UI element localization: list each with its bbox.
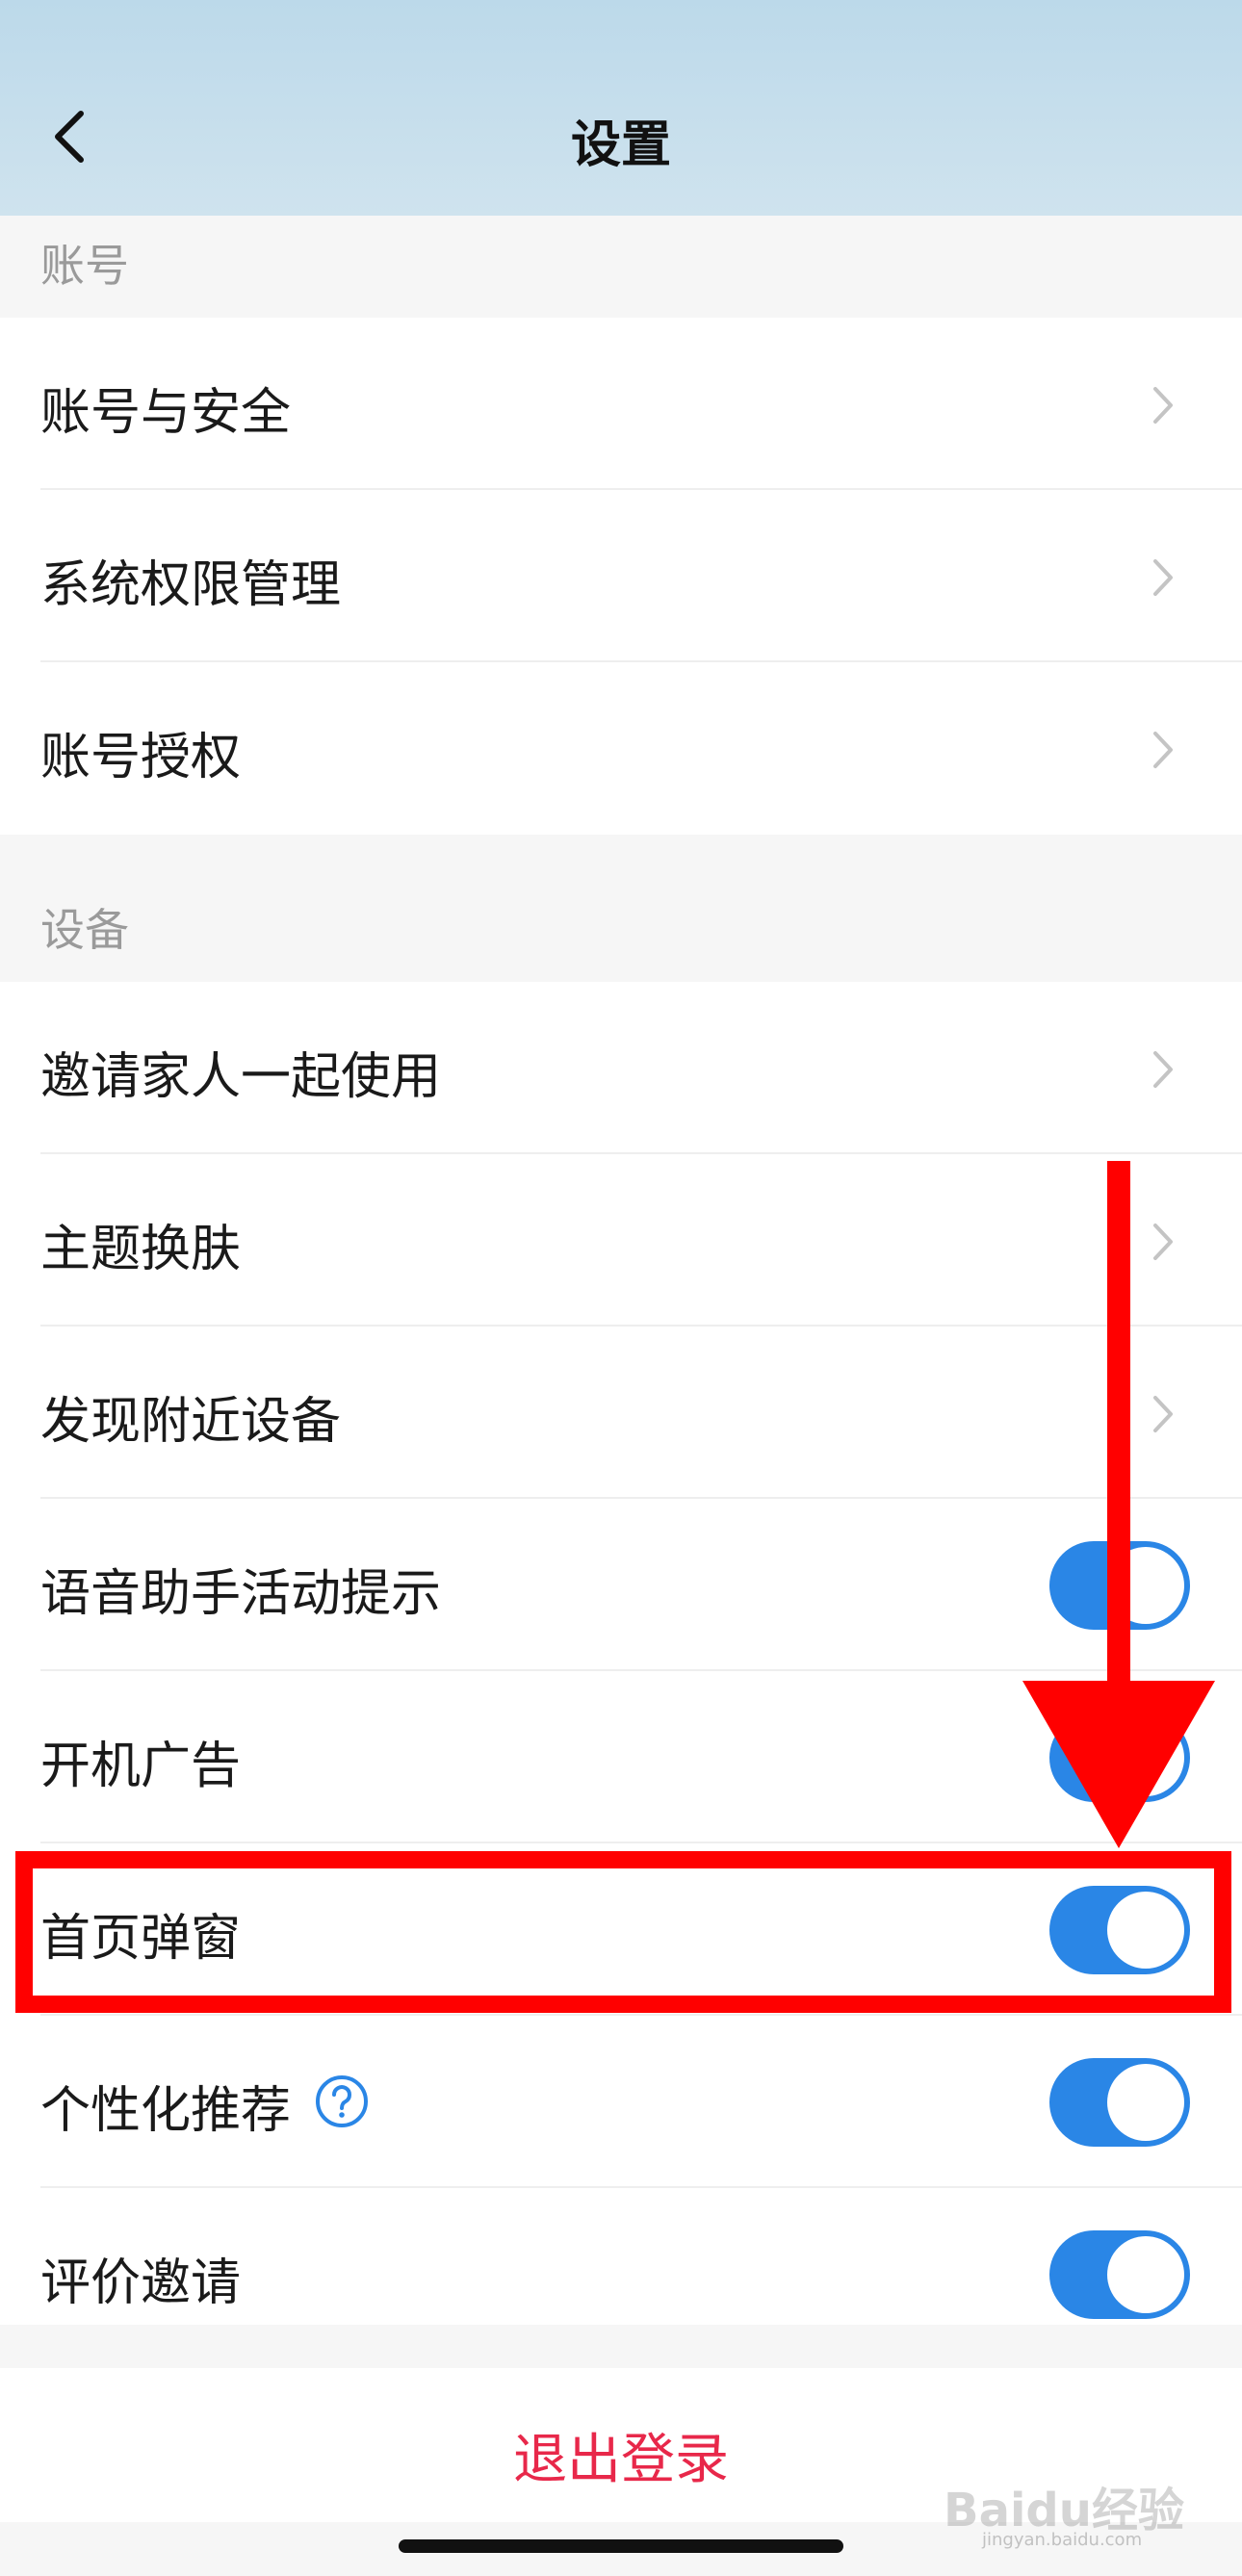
annotation-arrow-shaft (1107, 1161, 1130, 1739)
annotation-highlight-box (15, 1851, 1231, 2013)
annotation-arrow-head (1022, 1681, 1215, 1848)
annotation-overlay (15, 1161, 1231, 2013)
